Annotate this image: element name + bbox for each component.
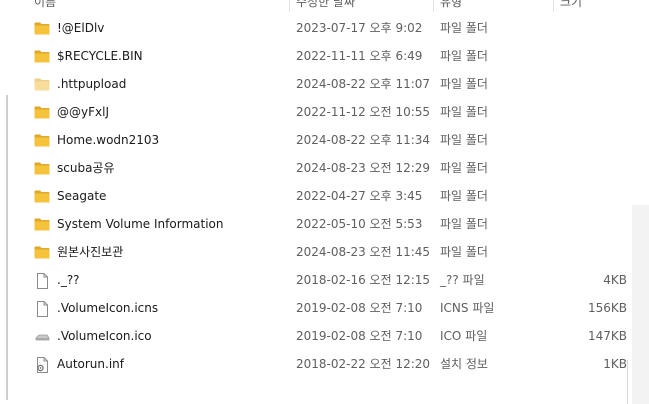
file-type: 파일 폴더 xyxy=(440,21,488,35)
column-header-name[interactable]: 이름 xyxy=(34,0,56,12)
folder-icon xyxy=(34,189,50,204)
folder-icon xyxy=(34,217,50,232)
drive-icon xyxy=(34,329,50,344)
list-item[interactable]: scuba공유 2024-08-23 오전 12:29 파일 폴더 xyxy=(0,154,632,182)
file-icon xyxy=(34,273,50,289)
modified-date: 2022-05-10 오전 5:53 xyxy=(296,217,423,231)
file-type: ICO 파일 xyxy=(440,329,488,343)
list-item[interactable]: .VolumeIcon.icns 2019-02-08 오전 7:10 ICNS… xyxy=(0,294,632,322)
modified-date: 2024-08-22 오후 11:07 xyxy=(296,77,431,91)
modified-date: 2024-08-23 오전 11:45 xyxy=(296,245,431,259)
file-name: scuba공유 xyxy=(57,161,115,175)
list-item[interactable]: 원본사진보관 2024-08-23 오전 11:45 파일 폴더 xyxy=(0,238,632,266)
list-item[interactable]: $RECYCLE.BIN 2022-11-11 오후 6:49 파일 폴더 xyxy=(0,42,632,70)
modified-date: 2022-11-11 오후 6:49 xyxy=(296,49,423,63)
file-name: System Volume Information xyxy=(57,217,224,231)
modified-date: 2019-02-08 오전 7:10 xyxy=(296,301,423,315)
file-name: .VolumeIcon.icns xyxy=(57,301,159,315)
file-type: 설치 정보 xyxy=(440,357,488,371)
column-header: 이름 수정한 날짜 유형 크기 xyxy=(0,0,649,12)
folder-icon xyxy=(34,133,50,148)
list-item[interactable]: Seagate 2022-04-27 오후 3:45 파일 폴더 xyxy=(0,182,632,210)
file-name: Seagate xyxy=(57,189,107,203)
file-type: _?? 파일 xyxy=(440,273,485,287)
file-icon xyxy=(34,301,50,317)
folder-icon xyxy=(34,21,50,36)
file-size: 147KB xyxy=(587,329,627,343)
column-divider[interactable] xyxy=(433,0,434,12)
file-type: 파일 폴더 xyxy=(440,49,488,63)
folder-icon-hidden xyxy=(34,77,50,92)
file-name: 원본사진보관 xyxy=(57,245,124,259)
column-header-size[interactable]: 크기 xyxy=(560,0,582,12)
file-name: ._?? xyxy=(57,273,80,287)
file-type: ICNS 파일 xyxy=(440,301,495,315)
file-type: 파일 폴더 xyxy=(440,161,488,175)
file-name: .httpupload xyxy=(57,77,127,91)
file-type: 파일 폴더 xyxy=(440,133,488,147)
file-type: 파일 폴더 xyxy=(440,245,488,259)
modified-date: 2018-02-22 오전 12:20 xyxy=(296,357,431,371)
file-list: !@ElDlv 2023-07-17 오후 9:02 파일 폴더 $RECYCL… xyxy=(0,14,632,378)
modified-date: 2018-02-16 오전 12:15 xyxy=(296,273,431,287)
file-name: $RECYCLE.BIN xyxy=(57,49,143,63)
file-name: Autorun.inf xyxy=(57,357,124,371)
list-item[interactable]: Home.wodn2103 2024-08-22 오후 11:34 파일 폴더 xyxy=(0,126,632,154)
vertical-scrollbar[interactable] xyxy=(632,205,649,404)
modified-date: 2024-08-22 오후 11:34 xyxy=(296,133,431,147)
modified-date: 2024-08-23 오전 12:29 xyxy=(296,161,431,175)
list-item[interactable]: .VolumeIcon.ico 2019-02-08 오전 7:10 ICO 파… xyxy=(0,322,632,350)
column-divider[interactable] xyxy=(289,0,290,12)
file-type: 파일 폴더 xyxy=(440,77,488,91)
folder-icon xyxy=(34,161,50,176)
folder-icon xyxy=(34,49,50,64)
list-item[interactable]: !@ElDlv 2023-07-17 오후 9:02 파일 폴더 xyxy=(0,14,632,42)
folder-icon xyxy=(34,105,50,120)
modified-date: 2019-02-08 오전 7:10 xyxy=(296,329,423,343)
modified-date: 2022-11-12 오전 10:55 xyxy=(296,105,431,119)
list-item[interactable]: ._?? 2018-02-16 오전 12:15 _?? 파일 4KB xyxy=(0,266,632,294)
list-item[interactable]: @@yFxlJ 2022-11-12 오전 10:55 파일 폴더 xyxy=(0,98,632,126)
list-item[interactable]: Autorun.inf 2018-02-22 오전 12:20 설치 정보 1K… xyxy=(0,350,632,378)
column-header-type[interactable]: 유형 xyxy=(440,0,462,12)
folder-icon xyxy=(34,245,50,260)
column-divider[interactable] xyxy=(553,0,554,12)
list-item[interactable]: System Volume Information 2022-05-10 오전 … xyxy=(0,210,632,238)
file-name: @@yFxlJ xyxy=(57,105,109,119)
file-name: Home.wodn2103 xyxy=(57,133,160,147)
file-type: 파일 폴더 xyxy=(440,105,488,119)
file-type: 파일 폴더 xyxy=(440,217,488,231)
file-type: 파일 폴더 xyxy=(440,189,488,203)
modified-date: 2023-07-17 오후 9:02 xyxy=(296,21,423,35)
file-size: 4KB xyxy=(603,273,627,287)
file-size: 1KB xyxy=(603,357,627,371)
column-header-date[interactable]: 수정한 날짜 xyxy=(296,0,355,12)
modified-date: 2022-04-27 오후 3:45 xyxy=(296,189,423,203)
file-name: !@ElDlv xyxy=(57,21,105,35)
list-item[interactable]: .httpupload 2024-08-22 오후 11:07 파일 폴더 xyxy=(0,70,632,98)
settings-file-icon xyxy=(34,357,50,373)
file-size: 156KB xyxy=(587,301,627,315)
file-name: .VolumeIcon.ico xyxy=(57,329,152,343)
column-divider xyxy=(627,360,628,404)
